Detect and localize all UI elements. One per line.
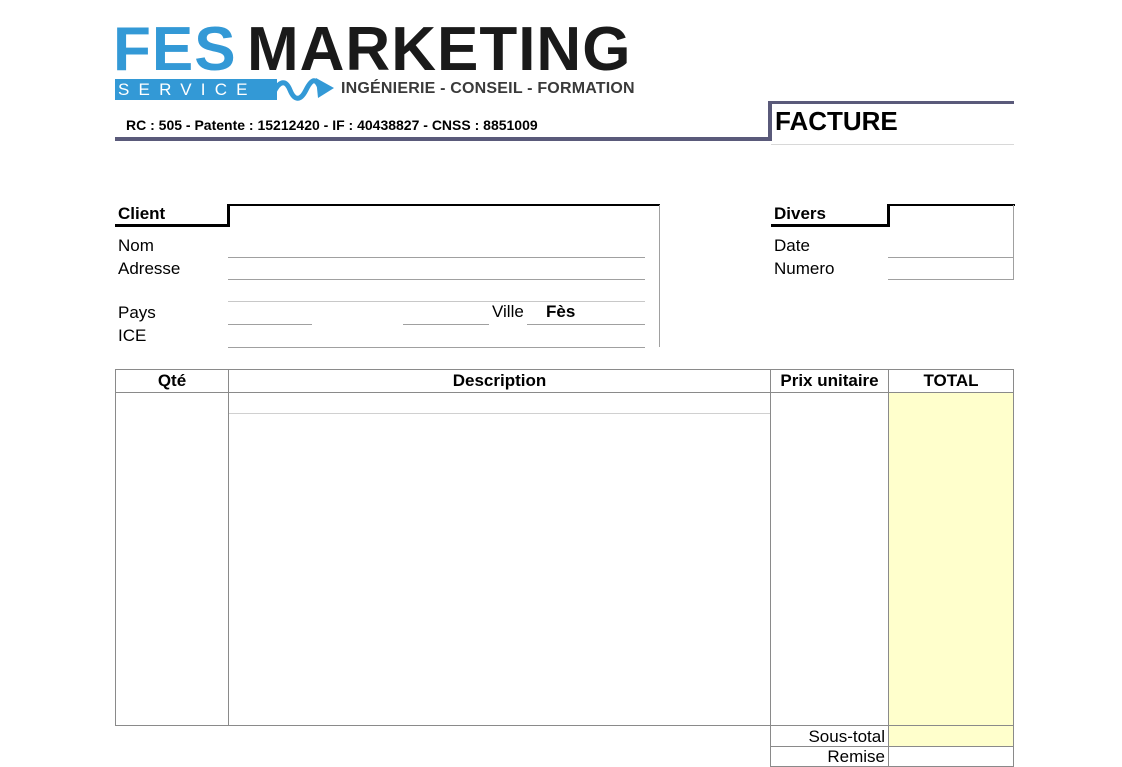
divers-section-title: Divers xyxy=(774,204,826,223)
date-field[interactable] xyxy=(888,257,1014,258)
pays-field[interactable] xyxy=(228,324,312,325)
ville-label: Ville xyxy=(492,302,524,321)
pays-label: Pays xyxy=(118,303,156,322)
col-header-unit-price: Prix unitaire xyxy=(780,371,879,390)
client-box-top xyxy=(227,204,660,206)
divers-box-top xyxy=(887,204,1015,206)
adresse-field-line2[interactable] xyxy=(228,301,645,302)
subtotal-label: Sous-total xyxy=(808,727,885,746)
numero-label: Numero xyxy=(774,259,835,278)
table-right-border xyxy=(1013,369,1014,767)
logo-service-banner: SERVICE xyxy=(115,79,277,100)
description-column-cells[interactable] xyxy=(229,393,770,725)
document-title: FACTURE xyxy=(775,106,898,136)
date-label: Date xyxy=(774,236,810,255)
logo-arrow-wave-icon xyxy=(272,78,334,101)
title-rule xyxy=(768,101,1014,104)
nom-label: Nom xyxy=(118,236,154,255)
ville-field[interactable] xyxy=(527,324,645,325)
col-header-total: TOTAL xyxy=(923,371,979,390)
divers-box-right xyxy=(1013,205,1014,280)
adresse-field[interactable] xyxy=(228,279,645,280)
qty-column-cells[interactable] xyxy=(116,393,228,725)
ice-label: ICE xyxy=(118,326,147,345)
subtotal-value xyxy=(889,726,1013,746)
nom-field[interactable] xyxy=(228,257,645,258)
total-column-cells xyxy=(889,393,1013,725)
divers-title-underline xyxy=(771,224,890,227)
client-title-underline xyxy=(115,224,230,227)
client-box-right xyxy=(659,205,660,347)
remise-label: Remise xyxy=(827,747,885,766)
col-header-qty: Qté xyxy=(157,371,187,390)
pays-extra-field[interactable] xyxy=(403,324,489,325)
logo-service-text: SERVICE xyxy=(118,80,257,99)
header-rule xyxy=(115,137,771,141)
header-rule-step xyxy=(768,101,772,141)
divers-title-step xyxy=(887,205,890,227)
table-body-bottom xyxy=(115,725,1014,726)
client-section-title: Client xyxy=(118,204,166,223)
logo-fes-text: FES xyxy=(113,15,237,84)
ville-value: Fès xyxy=(546,302,576,321)
remise-value[interactable] xyxy=(889,747,1013,766)
client-title-step xyxy=(227,205,230,227)
title-underline xyxy=(771,144,1014,145)
logo-tagline: INGÉNIERIE - CONSEIL - FORMATION xyxy=(341,80,635,97)
numero-field[interactable] xyxy=(888,279,1014,280)
legal-info: RC : 505 - Patente : 15212420 - IF : 404… xyxy=(126,117,538,133)
ice-field[interactable] xyxy=(228,347,645,348)
adresse-label: Adresse xyxy=(118,259,181,278)
col-header-description: Description xyxy=(452,371,547,390)
unit-price-column-cells[interactable] xyxy=(771,393,888,725)
